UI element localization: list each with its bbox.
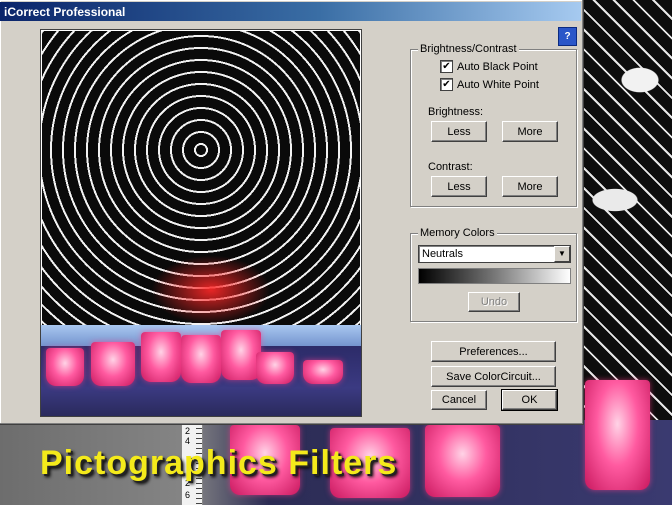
checkbox-label: Auto Black Point <box>457 60 538 73</box>
chevron-down-icon[interactable]: ▼ <box>554 246 570 262</box>
help-icon[interactable]: ? <box>558 27 577 46</box>
brightness-more-button[interactable]: More <box>502 121 558 142</box>
group-label: Memory Colors <box>418 227 497 239</box>
auto-white-point-checkbox[interactable]: ✔ Auto White Point <box>440 78 539 91</box>
neutrals-gradient-bar <box>418 268 571 284</box>
checkmark-icon: ✔ <box>440 78 453 91</box>
auto-black-point-checkbox[interactable]: ✔ Auto Black Point <box>440 60 538 73</box>
brightness-less-button[interactable]: Less <box>431 121 487 142</box>
button-label: Preferences... <box>459 345 528 358</box>
cancel-button[interactable]: Cancel <box>431 390 487 410</box>
ruler-tick-label: 6 <box>185 490 191 500</box>
image-preview <box>40 29 362 417</box>
background-glass <box>425 425 500 497</box>
checkbox-label: Auto White Point <box>457 78 539 91</box>
button-label: More <box>517 180 543 193</box>
memory-colors-select[interactable]: Neutrals ▼ <box>418 245 571 263</box>
button-label: OK <box>521 394 538 406</box>
preview-glass <box>256 352 294 384</box>
group-label: Brightness/Contrast <box>418 43 519 55</box>
ok-button[interactable]: OK <box>501 389 558 411</box>
contrast-label: Contrast: <box>428 161 473 173</box>
select-value: Neutrals <box>422 248 463 260</box>
button-label: Less <box>447 180 471 193</box>
preview-glass <box>303 360 343 384</box>
preview-glass <box>221 330 261 380</box>
button-label: Save ColorCircuit... <box>446 370 541 383</box>
icorrect-dialog: iCorrect Professional ? Brightness/Contr… <box>0 0 584 425</box>
window-title: iCorrect Professional <box>4 5 126 19</box>
preview-glass <box>91 342 135 386</box>
background-glass <box>585 380 650 490</box>
preview-glass <box>181 335 221 383</box>
preview-glass <box>141 332 181 382</box>
preview-red-light <box>151 255 271 325</box>
banner-text: Pictographics Filters <box>40 444 398 482</box>
undo-button[interactable]: Undo <box>468 292 520 312</box>
contrast-less-button[interactable]: Less <box>431 176 487 197</box>
preview-glass <box>46 348 84 386</box>
save-colorcircuit-button[interactable]: Save ColorCircuit... <box>431 366 556 387</box>
button-label: More <box>517 125 543 138</box>
ruler-tick-label: 2 <box>185 426 191 436</box>
checkmark-icon: ✔ <box>440 60 453 73</box>
button-label: Less <box>447 125 471 138</box>
title-bar[interactable]: iCorrect Professional <box>0 2 581 21</box>
preferences-button[interactable]: Preferences... <box>431 341 556 362</box>
button-label: Cancel <box>441 394 477 406</box>
button-label: Undo <box>480 296 508 308</box>
brightness-label: Brightness: <box>428 106 484 118</box>
contrast-more-button[interactable]: More <box>502 176 558 197</box>
